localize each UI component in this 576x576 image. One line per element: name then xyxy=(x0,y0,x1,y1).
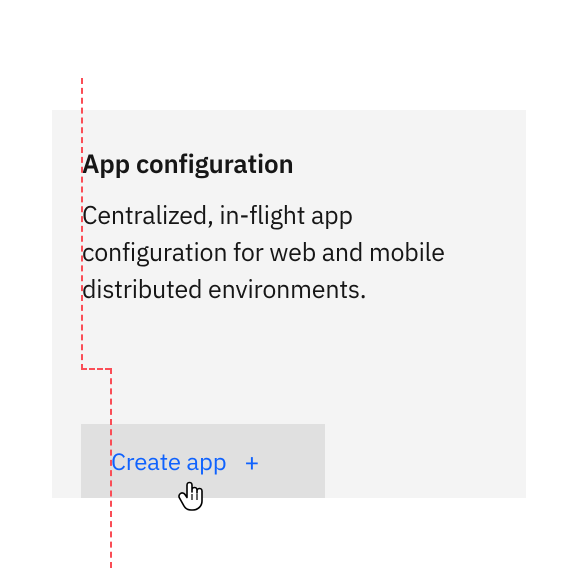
app-config-card: App configuration Centralized, in-flight… xyxy=(52,110,526,498)
spec-guide-line xyxy=(110,368,112,568)
create-app-button[interactable]: Create app + xyxy=(81,424,325,498)
spec-guide-line xyxy=(81,368,111,370)
create-app-label: Create app xyxy=(111,445,226,477)
card-description: Centralized, in-flight app configuration… xyxy=(82,196,492,307)
plus-icon: + xyxy=(244,449,259,474)
spec-guide-line xyxy=(81,78,83,370)
card-title: App configuration xyxy=(82,147,294,181)
